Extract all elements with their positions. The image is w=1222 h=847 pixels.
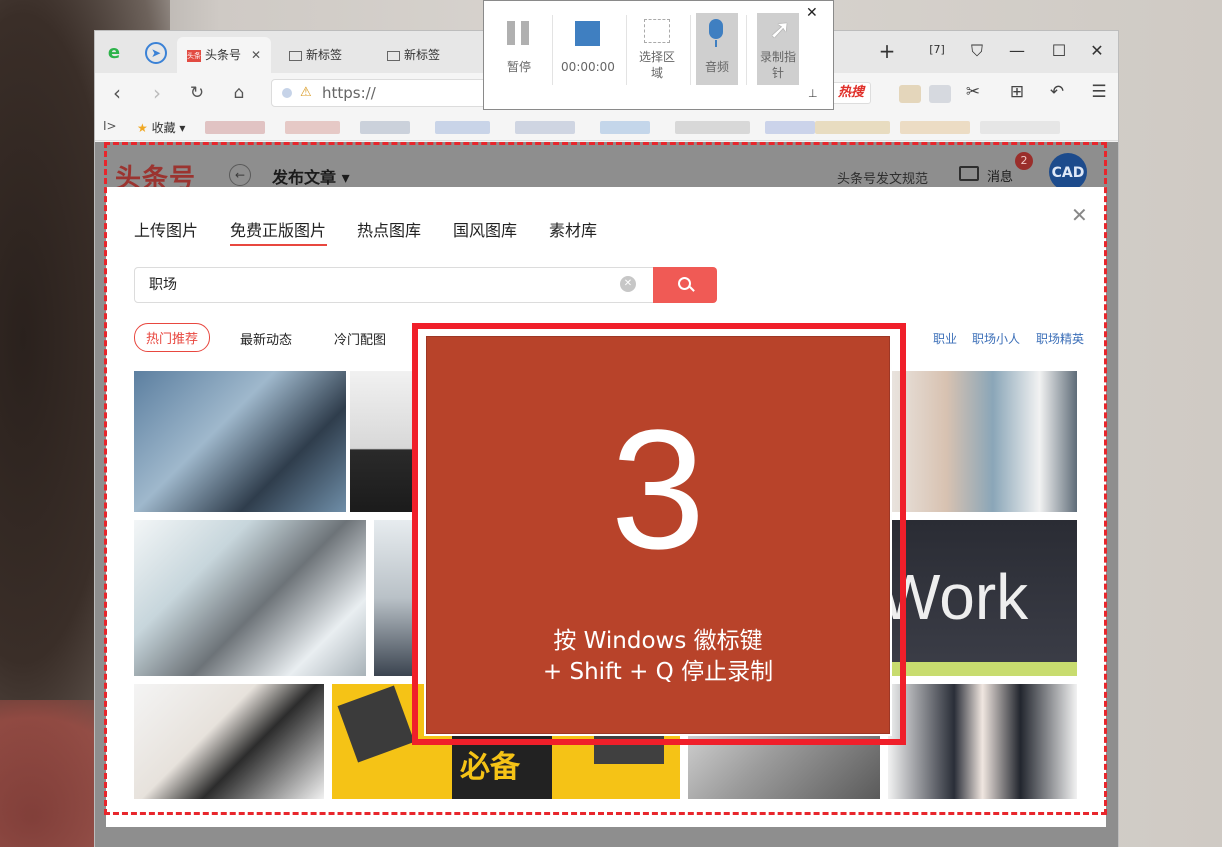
pause-label: 暂停 (506, 60, 531, 74)
recording-countdown-panel: 3 按 Windows 徽标键 + Shift + Q 停止录制 (424, 334, 892, 736)
hot-search-button[interactable]: 热搜 (831, 82, 872, 104)
extension-icon[interactable] (899, 85, 921, 103)
screen-recorder-toolbar: 暂停 00:00:00 选择区域 音频 ➚ 录制指针 ✕ ⊥ (483, 0, 834, 110)
back-icon[interactable]: ‹ (105, 81, 129, 105)
home-icon[interactable]: ⌂ (227, 83, 251, 103)
bookmark-item[interactable] (600, 121, 650, 134)
hint-line-1: 按 Windows 徽标键 (553, 628, 763, 654)
countdown-number: 3 (610, 395, 706, 585)
tab-label: 新标签 (306, 48, 343, 62)
tab-close-icon[interactable]: ✕ (251, 48, 261, 62)
shirt-skin-icon[interactable]: ⛉ (965, 41, 989, 61)
bookmark-item[interactable] (765, 121, 815, 134)
toolbar-divider (690, 15, 691, 85)
menu-icon[interactable]: ☰ (1087, 82, 1111, 102)
navigation-compass-icon[interactable]: ➤ (145, 42, 167, 64)
undo-icon[interactable]: ↶ (1045, 82, 1069, 102)
apps-grid-icon[interactable]: ⊞ (1005, 82, 1029, 102)
hint-line-2: + Shift + Q 停止录制 (542, 659, 774, 685)
toolbar-divider (552, 15, 553, 85)
bookmark-item[interactable] (205, 121, 265, 134)
tab-label: 新标签 (404, 48, 441, 62)
pin-icon[interactable]: ⊥ (808, 87, 818, 100)
bookmark-item[interactable] (435, 121, 490, 134)
site-info-icon (282, 88, 292, 98)
extension-icon[interactable] (929, 85, 951, 103)
toolbar-divider (626, 15, 627, 85)
tab-new-1[interactable]: 新标签 (279, 37, 352, 73)
bookmark-item[interactable] (285, 121, 340, 134)
pause-icon-bar (521, 21, 529, 45)
toutiao-favicon-icon: 头条 (187, 49, 201, 62)
stop-recording-hint: 按 Windows 徽标键 + Shift + Q 停止录制 (426, 626, 890, 688)
bookmarks-bar: I> ★ 收藏 ▾ (95, 113, 1118, 141)
select-region-button[interactable]: 选择区域 (628, 13, 686, 85)
select-region-icon (644, 19, 670, 43)
stop-icon (575, 21, 600, 46)
close-icon[interactable]: ✕ (806, 5, 818, 21)
toolbar-divider (746, 15, 747, 85)
select-region-label: 选择区域 (638, 50, 675, 80)
bookmarks-button[interactable]: ★ 收藏 ▾ (137, 119, 185, 136)
tab-toutiao[interactable]: 头条 头条号 ✕ (177, 37, 272, 73)
bookmark-item[interactable] (980, 121, 1060, 134)
bookmark-item[interactable] (815, 121, 890, 134)
bookmark-item[interactable] (515, 121, 575, 134)
tab-label: 头条号 (205, 48, 242, 62)
microphone-icon (709, 19, 723, 39)
audio-label: 音频 (704, 60, 729, 74)
bookmark-item[interactable] (675, 121, 750, 134)
page-icon (289, 50, 302, 61)
record-cursor-label: 录制指针 (759, 50, 796, 80)
calendar-icon[interactable]: [7] (925, 43, 949, 56)
bookmarks-label: 收藏 (151, 121, 176, 135)
audio-toggle[interactable]: 音频 (696, 13, 738, 85)
recording-timer: 00:00:00 (561, 60, 615, 74)
minimize-icon[interactable]: — (1005, 41, 1029, 60)
bookmark-item[interactable] (900, 121, 970, 134)
star-icon: ★ (137, 121, 148, 135)
tab-new-2[interactable]: 新标签 (377, 37, 450, 73)
url-text: https:// (322, 84, 376, 102)
new-tab-icon[interactable]: + (875, 39, 899, 63)
reload-icon[interactable]: ↻ (185, 83, 209, 103)
maximize-icon[interactable]: ☐ (1047, 41, 1071, 60)
bookmark-item[interactable] (360, 121, 410, 134)
page-icon (387, 50, 400, 61)
close-window-icon[interactable]: ✕ (1085, 41, 1109, 60)
forward-icon[interactable]: › (145, 81, 169, 105)
stop-button[interactable]: 00:00:00 (556, 13, 620, 85)
pause-icon (507, 21, 515, 45)
record-cursor-toggle[interactable]: ➚ 录制指针 (757, 13, 799, 85)
pause-button[interactable]: 暂停 (490, 13, 548, 85)
cursor-icon: ➚ (769, 15, 791, 45)
lock-warning-icon: ⚠ (300, 85, 312, 100)
sidebar-toggle-icon[interactable]: I> (103, 119, 117, 133)
microphone-stand (715, 40, 717, 47)
browser-logo-icon[interactable]: e (101, 40, 127, 66)
scissors-icon[interactable]: ✂ (961, 82, 985, 102)
